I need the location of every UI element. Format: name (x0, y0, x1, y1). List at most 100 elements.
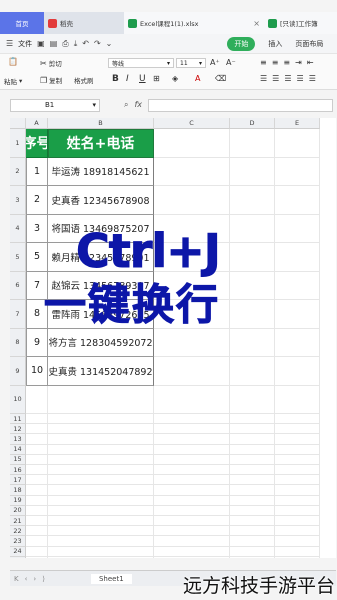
empty-cell[interactable] (26, 516, 48, 527)
empty-cell[interactable] (154, 454, 230, 465)
distribute-icon[interactable]: ☰ (309, 74, 316, 83)
empty-cell[interactable] (230, 300, 275, 329)
row-header[interactable]: 10 (10, 385, 26, 414)
bold-button[interactable]: B (112, 74, 119, 84)
empty-cell[interactable] (275, 434, 320, 445)
row-header[interactable]: 22 (10, 526, 26, 537)
empty-cell[interactable] (275, 465, 320, 476)
empty-cell[interactable] (48, 485, 154, 496)
tab-excel-file[interactable]: Excel课程1(1).xlsx × (124, 12, 264, 34)
font-size-select[interactable]: 11 ▾ (176, 58, 206, 68)
row-header[interactable]: 15 (10, 454, 26, 465)
empty-cell[interactable] (48, 526, 154, 537)
empty-cell[interactable] (154, 485, 230, 496)
empty-cell[interactable] (48, 385, 154, 414)
empty-cell[interactable] (275, 414, 320, 425)
undo-icon[interactable]: ↶ (82, 39, 89, 48)
empty-cell[interactable] (154, 434, 230, 445)
row-header[interactable]: 1 (10, 129, 26, 158)
last-sheet-icon[interactable]: ⟩ (42, 575, 45, 583)
align-center-icon[interactable]: ☰ (272, 74, 279, 83)
empty-cell[interactable] (26, 444, 48, 455)
empty-cell[interactable] (230, 546, 275, 557)
row-header[interactable]: 16 (10, 465, 26, 476)
empty-cell[interactable] (154, 465, 230, 476)
tab-page-layout[interactable]: 页面布局 (295, 39, 323, 49)
fx-icon[interactable]: fx (134, 100, 142, 110)
empty-cell[interactable] (275, 546, 320, 557)
empty-cell[interactable] (230, 495, 275, 506)
empty-cell[interactable] (26, 536, 48, 547)
empty-cell[interactable] (154, 414, 230, 425)
empty-cell[interactable] (230, 186, 275, 215)
font-color-button[interactable]: A (195, 74, 200, 83)
empty-cell[interactable] (275, 444, 320, 455)
empty-cell[interactable] (230, 357, 275, 386)
row-header[interactable]: 6 (10, 271, 26, 300)
select-all-corner[interactable] (10, 118, 26, 129)
empty-cell[interactable] (230, 328, 275, 357)
row-header[interactable]: 21 (10, 516, 26, 527)
empty-cell[interactable] (154, 556, 230, 558)
column-header-c[interactable]: C (154, 118, 230, 129)
table-cell[interactable]: 1 (26, 157, 48, 186)
font-grow-button[interactable]: A⁺ (210, 58, 220, 67)
empty-cell[interactable] (230, 271, 275, 300)
empty-cell[interactable] (154, 157, 230, 186)
zoom-icon[interactable]: ⌕ (124, 100, 128, 110)
column-header-a[interactable]: A (26, 118, 48, 129)
empty-cell[interactable] (154, 444, 230, 455)
empty-cell[interactable] (48, 454, 154, 465)
empty-cell[interactable] (26, 526, 48, 537)
empty-cell[interactable] (48, 414, 154, 425)
empty-cell[interactable] (26, 424, 48, 435)
print-preview-icon[interactable]: ▤ (50, 39, 58, 48)
empty-cell[interactable] (26, 546, 48, 557)
row-header[interactable]: 5 (10, 243, 26, 272)
empty-cell[interactable] (26, 465, 48, 476)
row-header[interactable]: 13 (10, 434, 26, 445)
empty-cell[interactable] (230, 385, 275, 414)
column-header-d[interactable]: D (230, 118, 275, 129)
empty-cell[interactable] (154, 526, 230, 537)
hamburger-icon[interactable]: ☰ (6, 39, 13, 48)
empty-cell[interactable] (48, 495, 154, 506)
empty-cell[interactable] (275, 157, 320, 186)
empty-cell[interactable] (275, 475, 320, 486)
italic-button[interactable]: I (126, 74, 129, 84)
fill-color-button[interactable]: ◈ (172, 74, 178, 83)
empty-cell[interactable] (154, 475, 230, 486)
row-header[interactable]: 18 (10, 485, 26, 496)
row-header[interactable]: 12 (10, 424, 26, 435)
empty-cell[interactable] (154, 546, 230, 557)
table-cell[interactable]: 史真香 12345678908 (48, 186, 154, 215)
empty-cell[interactable] (230, 556, 275, 558)
close-icon[interactable]: × (253, 19, 260, 28)
empty-cell[interactable] (230, 536, 275, 547)
table-cell[interactable]: 10 (26, 357, 48, 386)
empty-cell[interactable] (26, 434, 48, 445)
row-header[interactable]: 20 (10, 505, 26, 516)
border-button[interactable]: ⊞ (153, 74, 160, 83)
print-icon[interactable]: ⎙ (62, 39, 68, 49)
cut-button[interactable]: ✂ 剪切 (40, 58, 62, 69)
format-painter-button[interactable]: 格式刷 (74, 75, 94, 85)
empty-cell[interactable] (230, 485, 275, 496)
header-cell-name-phone[interactable]: 姓名+电话 (48, 129, 154, 158)
clear-format-button[interactable]: ⌫ (215, 74, 226, 83)
empty-cell[interactable] (230, 475, 275, 486)
column-header-e[interactable]: E (275, 118, 320, 129)
empty-cell[interactable] (154, 129, 230, 158)
empty-cell[interactable] (48, 516, 154, 527)
next-sheet-icon[interactable]: › (33, 575, 36, 583)
align-bottom-icon[interactable]: ≡ (283, 58, 290, 67)
empty-cell[interactable] (48, 546, 154, 557)
table-cell[interactable]: 3 (26, 214, 48, 243)
outdent-icon[interactable]: ⇤ (307, 58, 314, 67)
empty-cell[interactable] (275, 454, 320, 465)
tab-home[interactable]: 首页 (0, 12, 44, 34)
row-header[interactable]: 17 (10, 475, 26, 486)
empty-cell[interactable] (275, 129, 320, 158)
empty-cell[interactable] (26, 475, 48, 486)
align-left-icon[interactable]: ☰ (260, 74, 267, 83)
